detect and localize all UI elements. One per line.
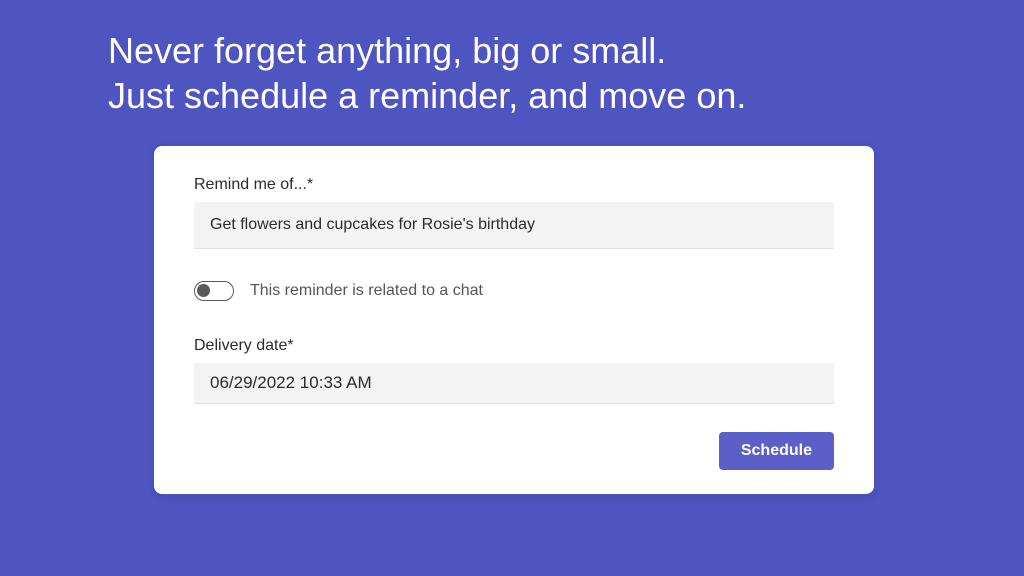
- remind-label: Remind me of...*: [194, 176, 834, 194]
- headline-line2: Just schedule a reminder, and move on.: [108, 75, 746, 116]
- delivery-date-input[interactable]: [194, 363, 834, 404]
- related-chat-toggle-label: This reminder is related to a chat: [250, 282, 483, 300]
- toggle-thumb-icon: [197, 284, 210, 297]
- related-chat-toggle-row: This reminder is related to a chat: [194, 281, 834, 301]
- headline-line1: Never forget anything, big or small.: [108, 30, 666, 71]
- remind-input[interactable]: [194, 202, 834, 249]
- schedule-button[interactable]: Schedule: [719, 432, 834, 470]
- hero-headline: Never forget anything, big or small. Jus…: [0, 0, 1024, 118]
- reminder-form-card: Remind me of...* This reminder is relate…: [154, 146, 874, 494]
- button-row: Schedule: [194, 432, 834, 470]
- delivery-date-label: Delivery date*: [194, 337, 834, 355]
- related-chat-toggle[interactable]: [194, 281, 234, 301]
